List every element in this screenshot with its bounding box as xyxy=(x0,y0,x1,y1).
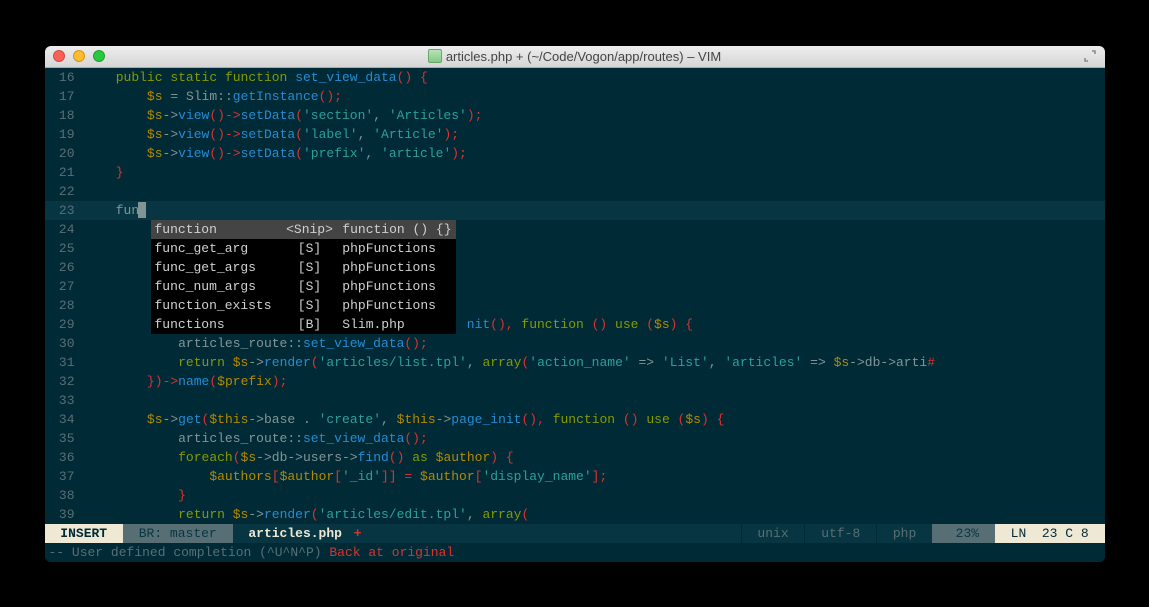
scroll-percent: 23% xyxy=(932,524,995,543)
cursor-position: LN 23 C 8 xyxy=(995,524,1105,543)
completion-popup[interactable]: function<Snip> function () {}func_get_ar… xyxy=(151,220,456,334)
code-line[interactable]: 35 articles_route::set_view_data(); xyxy=(45,429,1105,448)
zoom-button[interactable] xyxy=(93,50,105,62)
line-number: 24 xyxy=(45,220,85,239)
code-line[interactable]: 23 fun xyxy=(45,201,1105,220)
minimize-button[interactable] xyxy=(73,50,85,62)
completion-item[interactable]: function_exists[S] phpFunctions xyxy=(151,296,456,315)
code-line[interactable]: 19 $s->view()->setData('label', 'Article… xyxy=(45,125,1105,144)
code-line[interactable]: 30 articles_route::set_view_data(); xyxy=(45,334,1105,353)
encoding: utf-8 xyxy=(804,524,876,543)
filename: articles.php + xyxy=(233,524,370,543)
completion-item[interactable]: functions[B] Slim.php xyxy=(151,315,456,334)
code-line[interactable]: 39 return $s->render('articles/edit.tpl'… xyxy=(45,505,1105,524)
completion-item[interactable]: func_get_arg[S] phpFunctions xyxy=(151,239,456,258)
line-number: 35 xyxy=(45,429,85,448)
code-line[interactable]: 37 $authors[$author['_id']] = $author['d… xyxy=(45,467,1105,486)
line-number: 28 xyxy=(45,296,85,315)
fileformat: unix xyxy=(741,524,805,543)
code-line[interactable]: 36 foreach($s->db->users->find() as $aut… xyxy=(45,448,1105,467)
line-number: 31 xyxy=(45,353,85,372)
completion-item[interactable]: function<Snip> function () {} xyxy=(151,220,456,239)
code-line[interactable]: 20 $s->view()->setData('prefix', 'articl… xyxy=(45,144,1105,163)
code-line[interactable]: 32 })->name($prefix); xyxy=(45,372,1105,391)
line-number: 22 xyxy=(45,182,85,201)
line-number: 30 xyxy=(45,334,85,353)
line-number: 39 xyxy=(45,505,85,524)
line-number: 32 xyxy=(45,372,85,391)
fullscreen-icon[interactable] xyxy=(1083,49,1097,63)
completion-item[interactable]: func_num_args[S] phpFunctions xyxy=(151,277,456,296)
text-cursor xyxy=(138,202,146,218)
command-line: -- User defined completion (^U^N^P) Back… xyxy=(45,543,1105,562)
code-line[interactable]: 17 $s = Slim::getInstance(); xyxy=(45,87,1105,106)
code-line[interactable]: 18 $s->view()->setData('section', 'Artic… xyxy=(45,106,1105,125)
line-number: 26 xyxy=(45,258,85,277)
modified-flag: + xyxy=(342,526,362,541)
code-line[interactable]: 33 xyxy=(45,391,1105,410)
line-number: 19 xyxy=(45,125,85,144)
filetype: php xyxy=(876,524,932,543)
line-number: 16 xyxy=(45,68,85,87)
completion-status: Back at original xyxy=(329,545,454,560)
line-number: 37 xyxy=(45,467,85,486)
line-number: 38 xyxy=(45,486,85,505)
completion-item[interactable]: func_get_args[S] phpFunctions xyxy=(151,258,456,277)
line-number: 23 xyxy=(45,201,85,220)
line-number: 21 xyxy=(45,163,85,182)
line-number: 27 xyxy=(45,277,85,296)
line-number: 18 xyxy=(45,106,85,125)
window-title-text: articles.php + (~/Code/Vogon/app/routes)… xyxy=(446,49,721,64)
code-line[interactable]: 31 return $s->render('articles/list.tpl'… xyxy=(45,353,1105,372)
line-number: 33 xyxy=(45,391,85,410)
code-line[interactable]: 21 } xyxy=(45,163,1105,182)
mode-indicator: INSERT xyxy=(45,524,123,543)
completion-mode-text: -- User defined completion (^U^N^P) xyxy=(49,545,330,560)
line-number: 25 xyxy=(45,239,85,258)
traffic-lights xyxy=(53,50,105,62)
git-branch: BR: master xyxy=(123,524,233,543)
window-titlebar: articles.php + (~/Code/Vogon/app/routes)… xyxy=(45,46,1105,68)
line-number: 20 xyxy=(45,144,85,163)
window-title: articles.php + (~/Code/Vogon/app/routes)… xyxy=(53,49,1097,64)
line-number: 29 xyxy=(45,315,85,334)
close-button[interactable] xyxy=(53,50,65,62)
code-line[interactable]: 16 public static function set_view_data(… xyxy=(45,68,1105,87)
statusline: INSERT BR: master articles.php + unix ut… xyxy=(45,524,1105,543)
code-line[interactable]: 38 } xyxy=(45,486,1105,505)
code-line[interactable]: 34 $s->get($this->base . 'create', $this… xyxy=(45,410,1105,429)
file-icon xyxy=(428,49,442,63)
line-number: 17 xyxy=(45,87,85,106)
line-number: 36 xyxy=(45,448,85,467)
code-line[interactable]: 22 xyxy=(45,182,1105,201)
line-number: 34 xyxy=(45,410,85,429)
editor-viewport[interactable]: 16 public static function set_view_data(… xyxy=(45,68,1105,524)
vim-window: articles.php + (~/Code/Vogon/app/routes)… xyxy=(45,46,1105,562)
